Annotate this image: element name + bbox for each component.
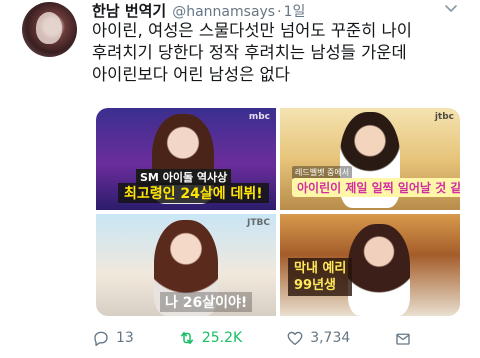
channel-logo: JTBC [247,218,270,228]
tweet-text-line: 아이린보다 어린 남성은 없다 [92,65,290,84]
tweet-header: 한남 번역기 @hannamsays · 1일 [92,0,305,20]
reply-button[interactable]: 13 [92,329,134,347]
reply-icon [94,331,108,346]
media-photo-3[interactable]: JTBC 나 26살이야! [96,214,276,316]
photo-caption-line: 99년생 [294,278,337,293]
retweet-count: 25.2K [201,330,243,346]
channel-logo: mbc [248,112,270,122]
photo-caption-line: 막내 예리 [294,261,347,276]
share-icon [396,333,410,345]
media-grid: mbc SM 아이돌 역사상 최고령인 24살에 데뷔! jtbc 레드벨벳 중… [96,108,460,316]
channel-logo: jtbc [434,112,454,122]
photo-caption: 막내 예리 99년생 [288,258,353,296]
avatar[interactable] [22,2,77,57]
tweet-text: 아이린, 여성은 스물다섯만 넘어도 꾸준히 나이 후려치기 당한다 정작 후려… [92,20,462,86]
timestamp[interactable]: 1일 [284,1,306,21]
share-button[interactable] [394,329,412,347]
photo-caption: 아이린이 제일 일찍 일어날 것 같아! [292,178,460,197]
retweet-icon [180,332,193,344]
retweet-button[interactable]: 25.2K [178,329,242,347]
media-photo-2[interactable]: jtbc 레드벨벳 중에서 아이린이 제일 일찍 일어날 것 같아! [280,108,460,210]
separator-dot: · [277,4,282,20]
tweet-text-line: 후려치기 당한다 정작 후려치는 남성들 가운데 [92,43,407,62]
caret-down-icon[interactable] [444,2,458,16]
user-handle[interactable]: @hannamsays [172,4,275,20]
reply-count: 13 [116,330,134,346]
display-name[interactable]: 한남 번역기 [92,0,166,21]
tweet-text-line: 아이린, 여성은 스물다섯만 넘어도 꾸준히 나이 [92,21,412,40]
like-icon [287,331,303,346]
photo-caption: 나 26살이야! [160,292,253,312]
like-count: 3,734 [310,330,351,346]
like-button[interactable]: 3,734 [286,329,350,347]
photo-caption: 최고령인 24살에 데뷔! [118,183,269,203]
media-photo-4[interactable]: 막내 예리 99년생 [280,214,460,316]
media-photo-1[interactable]: mbc SM 아이돌 역사상 최고령인 24살에 데뷔! [96,108,276,210]
tweet-actions: 13 25.2K 3,734 [92,326,456,350]
photo-subject [348,224,410,316]
